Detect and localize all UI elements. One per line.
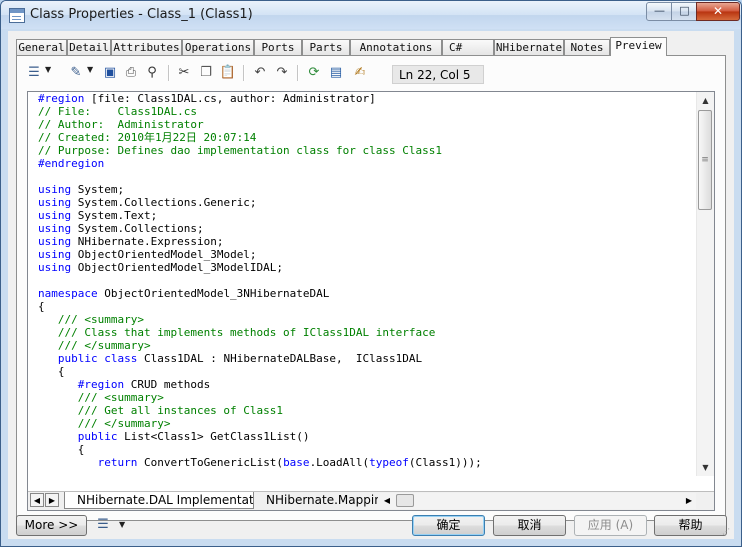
sheet-prev-icon[interactable]: ◀	[30, 493, 44, 507]
vertical-scrollbar[interactable]: ▲ ≡ ▼	[696, 92, 714, 476]
tab-operations[interactable]: Operations	[182, 39, 254, 55]
code-line: /// <summary>	[38, 313, 144, 326]
code-line: // Author: Administrator	[38, 118, 204, 131]
show-generation-options-icon[interactable]: ▤	[327, 64, 345, 82]
code-line: #region [file: Class1DAL.cs, author: Adm…	[38, 92, 376, 105]
chevron-down-icon[interactable]: ▼	[87, 65, 93, 74]
chevron-down-icon[interactable]: ▼	[45, 65, 51, 74]
paste-icon[interactable]: 📋	[219, 64, 237, 82]
code-line: /// </summary>	[38, 339, 151, 352]
undo-icon[interactable]: ↶	[251, 64, 269, 82]
tab-preview[interactable]: Preview	[610, 37, 667, 56]
code-line: public List<Class1> GetClass1List()	[77, 430, 310, 443]
code-preview-editor[interactable]: #region [file: Class1DAL.cs, author: Adm…	[27, 91, 715, 511]
scroll-thumb[interactable]: ≡	[698, 110, 712, 210]
code-line: /// Get all instances of Class1	[38, 404, 284, 417]
code-text[interactable]: #region [file: Class1DAL.cs, author: Adm…	[38, 92, 693, 470]
code-line: #region CRUD methods	[77, 378, 211, 391]
toolbar-separator	[297, 65, 299, 81]
code-line: /// </summary>	[38, 417, 171, 430]
more-button[interactable]: More >>	[16, 515, 87, 536]
sheet-tab-dal-implementation[interactable]: NHibernate.DAL Implementation	[64, 492, 254, 509]
toolbar-separator	[243, 65, 245, 81]
chevron-down-icon[interactable]: ▼	[119, 520, 125, 529]
tab-nhibernate[interactable]: NHibernate	[494, 39, 564, 55]
sheet-tab-mapping[interactable]: NHibernate.Mapping	[254, 492, 378, 509]
sheet-next-icon[interactable]: ▶	[45, 493, 59, 507]
toolbar-separator	[168, 65, 170, 81]
maximize-button[interactable]: □	[671, 2, 698, 21]
preview-toolbar: ☰ ▼ ✎ ▼ ▣ ⎙ ⚲ ✂ ❐ 📋 ↶ ↷ ⟳ ▤ ✍ Ln 22, Col…	[25, 62, 715, 86]
menu-icon[interactable]: ☰	[94, 516, 112, 534]
ok-button[interactable]: 确定	[412, 515, 485, 536]
tab-ports[interactable]: Ports	[254, 39, 302, 55]
tab-parts[interactable]: Parts	[302, 39, 350, 55]
code-line: public class Class1DAL : NHibernateDALBa…	[57, 352, 423, 365]
code-line: // File: Class1DAL.cs	[38, 105, 197, 118]
resize-grip-icon[interactable]: ⋰	[722, 527, 732, 537]
class-properties-window: Class Properties - Class_1 (Class1) — □ …	[0, 0, 742, 547]
code-line: {	[38, 300, 45, 313]
code-line: }	[38, 469, 693, 470]
window-title: Class Properties - Class_1 (Class1)	[30, 7, 253, 22]
horizontal-scroll-thumb[interactable]	[396, 494, 414, 507]
code-line: using System.Collections.Generic;	[38, 196, 257, 209]
refresh-icon[interactable]: ⟳	[305, 64, 323, 82]
code-line: using System.Collections;	[38, 222, 204, 235]
scroll-up-arrow-icon[interactable]: ▲	[697, 92, 714, 109]
tab-csharp[interactable]: C#	[442, 39, 494, 55]
print-icon[interactable]: ⎙	[122, 64, 140, 82]
code-line: // Created: 2010年1月22日 20:07:14	[38, 131, 257, 144]
tab-annotations[interactable]: Annotations	[350, 39, 442, 55]
code-line: namespace ObjectOrientedModel_3NHibernat…	[38, 287, 330, 300]
tab-detail[interactable]: Detail	[67, 39, 111, 55]
close-button[interactable]: ✕	[696, 2, 740, 21]
code-line: #endregion	[38, 157, 105, 170]
title-bar[interactable]: Class Properties - Class_1 (Class1) — □ …	[1, 1, 741, 29]
minimize-button[interactable]: —	[646, 2, 673, 21]
code-line: {	[38, 443, 85, 456]
copy-icon[interactable]: ❐	[197, 64, 215, 82]
code-line: {	[38, 365, 65, 378]
horizontal-scrollbar[interactable]: ◀ ▶	[380, 493, 696, 509]
redo-icon[interactable]: ↷	[273, 64, 291, 82]
code-line: /// <summary>	[38, 391, 164, 404]
apply-button[interactable]: 应用 (A)	[574, 515, 647, 536]
cursor-position-field: Ln 22, Col 5	[392, 65, 484, 84]
code-line: using ObjectOrientedModel_3Model;	[38, 248, 257, 261]
code-line: using System.Text;	[38, 209, 158, 222]
tab-general[interactable]: General	[16, 39, 67, 55]
sheet-tab-bar: ◀ ▶ NHibernate.DAL Implementation NHiber…	[28, 491, 714, 510]
tab-notes[interactable]: Notes	[564, 39, 610, 55]
scroll-left-arrow-icon[interactable]: ◀	[380, 494, 394, 508]
code-line: // Purpose: Defines dao implementation c…	[38, 144, 442, 157]
code-line: /// Class that implements methods of ICl…	[38, 326, 436, 339]
edit-with-editor-icon[interactable]: ✍	[351, 64, 369, 82]
preview-panel: ☰ ▼ ✎ ▼ ▣ ⎙ ⚲ ✂ ❐ 📋 ↶ ↷ ⟳ ▤ ✍ Ln 22, Col…	[16, 55, 726, 521]
scroll-down-arrow-icon[interactable]: ▼	[697, 459, 714, 476]
code-line: return ConvertToGenericList(base.LoadAll…	[97, 456, 482, 469]
cut-icon[interactable]: ✂	[175, 64, 193, 82]
code-line: using System;	[38, 183, 125, 196]
cancel-button[interactable]: 取消	[493, 515, 566, 536]
find-icon[interactable]: ⚲	[143, 64, 161, 82]
code-line: using ObjectOrientedModel_3ModelIDAL;	[38, 261, 284, 274]
editor-menu-icon[interactable]: ☰	[25, 64, 43, 82]
scroll-right-arrow-icon[interactable]: ▶	[682, 494, 696, 508]
help-button[interactable]: 帮助	[654, 515, 727, 536]
save-icon[interactable]: ▣	[101, 64, 119, 82]
window-icon	[9, 8, 25, 23]
dialog-client-area: General Detail Attributes Operations Por…	[8, 31, 734, 539]
tab-attributes[interactable]: Attributes	[111, 39, 182, 55]
code-line: using NHibernate.Expression;	[38, 235, 224, 248]
properties-icon[interactable]: ✎	[67, 64, 85, 82]
